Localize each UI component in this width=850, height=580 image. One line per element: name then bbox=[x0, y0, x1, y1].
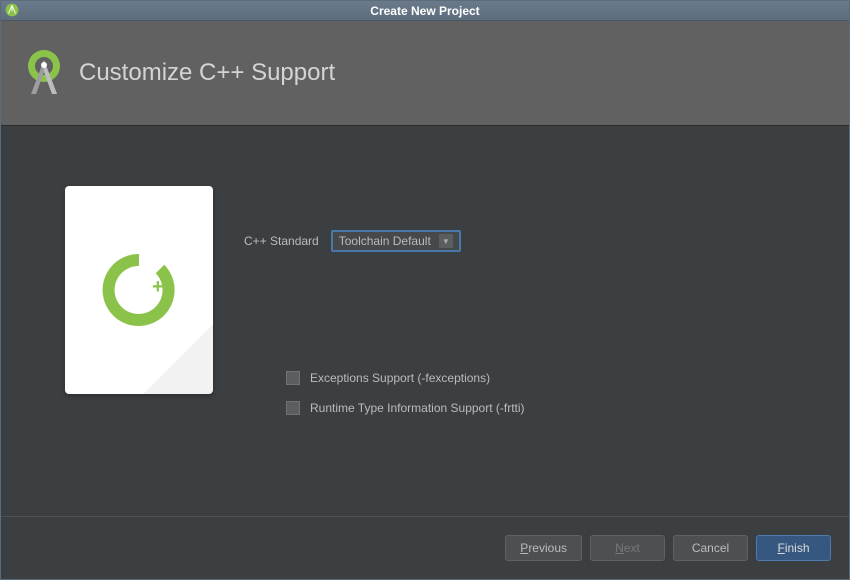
svg-text:++: ++ bbox=[152, 276, 175, 298]
window-title: Create New Project bbox=[370, 4, 479, 18]
rtti-row: Runtime Type Information Support (-frtti… bbox=[286, 401, 525, 415]
previous-button[interactable]: Previous bbox=[505, 535, 582, 561]
next-button[interactable]: Next bbox=[590, 535, 665, 561]
android-studio-icon bbox=[19, 48, 69, 98]
exceptions-label: Exceptions Support (-fexceptions) bbox=[310, 371, 490, 385]
wizard-content: ++ C++ Standard Toolchain Default ▼ Exce… bbox=[1, 126, 849, 516]
page-title: Customize C++ Support bbox=[79, 59, 335, 87]
cpp-standard-row: C++ Standard Toolchain Default ▼ bbox=[244, 230, 461, 252]
rtti-checkbox[interactable] bbox=[286, 401, 300, 415]
cpp-card-image: ++ bbox=[65, 186, 213, 394]
rtti-label: Runtime Type Information Support (-frtti… bbox=[310, 401, 525, 415]
cpp-standard-select[interactable]: Toolchain Default ▼ bbox=[331, 230, 461, 252]
wizard-header: Customize C++ Support bbox=[1, 21, 849, 126]
finish-button[interactable]: Finish bbox=[756, 535, 831, 561]
cancel-button[interactable]: Cancel bbox=[673, 535, 748, 561]
chevron-down-icon: ▼ bbox=[439, 234, 453, 248]
titlebar[interactable]: Create New Project bbox=[1, 1, 849, 21]
options-group: Exceptions Support (-fexceptions) Runtim… bbox=[286, 371, 525, 431]
exceptions-row: Exceptions Support (-fexceptions) bbox=[286, 371, 525, 385]
cpp-standard-value: Toolchain Default bbox=[339, 234, 431, 248]
app-icon bbox=[5, 3, 19, 17]
wizard-footer: Previous Next Cancel Finish bbox=[1, 516, 849, 578]
window-frame: Create New Project Customize C++ Support… bbox=[0, 0, 850, 580]
exceptions-checkbox[interactable] bbox=[286, 371, 300, 385]
cpp-logo-icon: ++ bbox=[94, 245, 184, 335]
cpp-standard-label: C++ Standard bbox=[244, 234, 319, 248]
